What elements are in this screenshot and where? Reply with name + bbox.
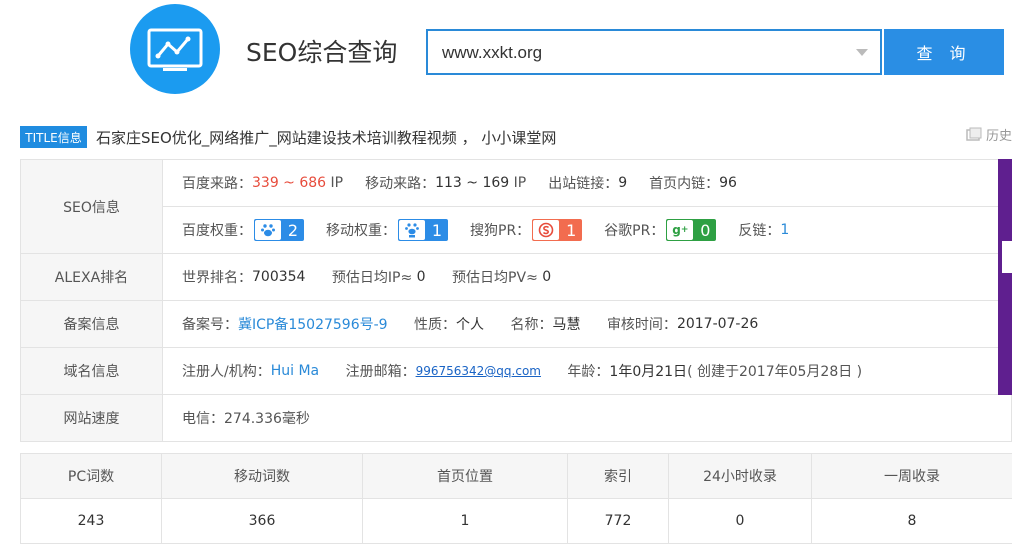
indexed-24h-header: 24小时收录	[668, 453, 812, 499]
seo-weight-row: 百度权重： 2 移动权重： 1 搜狗PR： 1 谷歌PR： g + 0 反链： …	[163, 206, 1011, 253]
email-link[interactable]: 996756342@qq.com	[416, 364, 541, 378]
backlinks-value[interactable]: 1	[780, 222, 789, 238]
site-info-table: SEO信息 百度来路： 339 ~ 686 IP 移动来路： 113 ~ 169…	[20, 159, 1012, 442]
icp-name-label: 名称：	[510, 317, 553, 333]
mobile-source-label: 移动来路：	[365, 176, 436, 192]
indexed-week-header: 一周收录	[811, 453, 1012, 499]
outbound-links-label: 出站链接：	[548, 176, 619, 192]
daily-ip-label: 预估日均IP≈	[331, 270, 413, 286]
mobile-weight-label: 移动权重：	[326, 223, 396, 239]
homepage-position-value: 1	[362, 498, 568, 544]
icp-name-value: 马慧	[552, 317, 581, 333]
chart-monitor-icon	[147, 28, 203, 71]
history-button[interactable]: 历史	[966, 125, 1012, 149]
icp-date-value: 2017-07-26	[676, 316, 759, 332]
index-value[interactable]: 772	[567, 498, 669, 544]
seo-info-value: 百度来路： 339 ~ 686 IP 移动来路： 113 ~ 169 IP 出站…	[162, 159, 1012, 254]
icp-label: 备案信息	[20, 300, 163, 348]
baidu-source-unit: IP	[330, 175, 344, 191]
domain-label: 域名信息	[20, 347, 163, 395]
site-title: 石家庄SEO优化_网络推广_网站建设技术培训教程视频 ， 小小课堂网	[96, 129, 557, 147]
world-rank-value: 700354	[252, 269, 306, 285]
internal-links-label: 首页内链：	[649, 176, 720, 192]
mobile-keywords-value[interactable]: 366	[161, 498, 363, 544]
homepage-position-header: 首页位置	[362, 453, 568, 499]
indexed-week-value[interactable]: 8	[811, 498, 1012, 544]
speed-label: 网站速度	[20, 394, 163, 442]
ad-glyph	[1002, 241, 1012, 273]
outbound-links-value: 9	[618, 175, 628, 191]
icp-date-label: 审核时间：	[606, 317, 677, 333]
alexa-value: 世界排名： 700354 预估日均IP≈ 0 预估日均PV≈ 0	[162, 253, 1012, 301]
sogou-pr-value: 1	[566, 220, 577, 240]
mobile-weight-value: 1	[431, 220, 443, 240]
keyword-stats-table: PC词数 移动词数 首页位置 索引 24小时收录 一周收录 243 366 1 …	[20, 453, 1012, 544]
baidu-mobile-icon	[399, 220, 425, 240]
mobile-keywords-header: 移动词数	[161, 453, 363, 499]
baidu-weight-badge[interactable]: 2	[254, 219, 304, 241]
baidu-paw-icon	[255, 220, 281, 240]
backlinks-label: 反链：	[738, 223, 781, 239]
age-label: 年龄：	[567, 364, 610, 380]
mobile-source-value: 113 ~ 169	[435, 175, 510, 191]
sogou-icon	[533, 220, 560, 240]
search-box[interactable]	[426, 29, 882, 75]
history-icon	[966, 127, 982, 143]
title-badge: TITLE信息	[20, 126, 87, 148]
sogou-pr-label: 搜狗PR：	[470, 223, 531, 239]
baidu-weight-value: 2	[287, 220, 299, 240]
icp-nature-label: 性质：	[414, 317, 457, 333]
icp-number-link[interactable]: 冀ICP备15027596号-9	[238, 314, 388, 334]
daily-pv-value: 0	[542, 269, 552, 285]
google-pr-label: 谷歌PR：	[604, 223, 665, 239]
search-button[interactable]: 查 询	[884, 29, 1004, 75]
registrant-link[interactable]: Hui Ma	[271, 363, 319, 379]
icp-nature-value: 个人	[456, 317, 485, 333]
sogou-pr-badge[interactable]: 1	[532, 219, 583, 241]
mobile-source-unit: IP	[513, 175, 527, 191]
logo[interactable]	[130, 4, 220, 94]
search-input[interactable]	[440, 31, 844, 75]
side-ad-banner[interactable]	[998, 159, 1012, 395]
domain-value: 注册人/机构： Hui Ma 注册邮箱： 996756342@qq.com 年龄…	[162, 347, 1012, 395]
app-title: SEO综合查询	[246, 38, 398, 67]
seo-traffic-row: 百度来路： 339 ~ 686 IP 移动来路： 113 ~ 169 IP 出站…	[163, 160, 1011, 206]
google-plus-icon: g +	[667, 220, 694, 240]
world-rank-label: 世界排名：	[182, 270, 252, 286]
pc-keywords-value[interactable]: 243	[20, 498, 162, 544]
pc-keywords-header: PC词数	[20, 453, 162, 499]
chevron-down-icon[interactable]	[856, 49, 868, 56]
baidu-source-label: 百度来路：	[182, 176, 252, 192]
icp-number-label: 备案号：	[182, 317, 238, 333]
internal-links-value: 96	[719, 175, 737, 191]
registrant-label: 注册人/机构：	[182, 364, 271, 380]
created-note: ( 创建于2017年05月28日 )	[687, 364, 863, 380]
daily-pv-label: 预估日均PV≈	[452, 270, 538, 286]
baidu-weight-label: 百度权重：	[182, 223, 252, 239]
seo-info-label: SEO信息	[20, 159, 163, 254]
keyword-value-row: 243 366 1 772 0 8	[20, 498, 1012, 544]
keyword-header-row: PC词数 移动词数 首页位置 索引 24小时收录 一周收录	[20, 453, 1012, 499]
index-header: 索引	[567, 453, 669, 499]
google-pr-badge[interactable]: g + 0	[666, 219, 717, 241]
speed-value: 电信：274.336毫秒	[162, 394, 1012, 442]
daily-ip-value: 0	[416, 269, 426, 285]
indexed-24h-value[interactable]: 0	[668, 498, 812, 544]
history-label: 历史	[986, 129, 1012, 144]
baidu-source-value: 339 ~ 686	[252, 175, 327, 191]
icp-value: 备案号： 冀ICP备15027596号-9 性质： 个人 名称： 马慧 审核时间…	[162, 300, 1012, 348]
mobile-weight-badge[interactable]: 1	[398, 219, 448, 241]
age-value: 1年0月21日	[609, 364, 688, 380]
email-label: 注册邮箱：	[345, 364, 416, 380]
alexa-label: ALEXA排名	[20, 253, 163, 301]
google-pr-value: 0	[700, 220, 711, 240]
